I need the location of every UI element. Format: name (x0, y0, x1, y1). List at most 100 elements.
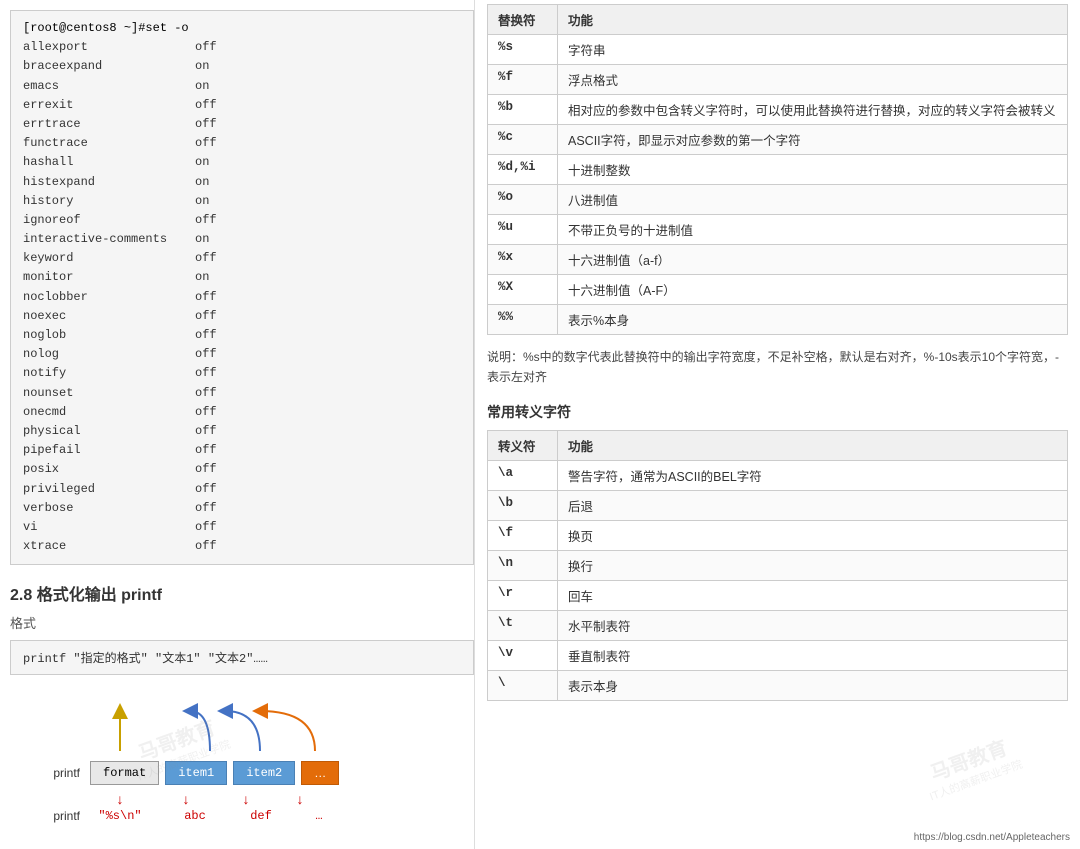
escape-symbol: \t (488, 610, 558, 640)
escape-function: 警告字符，通常为ASCII的BEL字符 (558, 460, 1068, 490)
printf-label1: printf (30, 766, 80, 780)
table-row: %o八进制值 (488, 185, 1068, 215)
terminal-key: posix (23, 460, 183, 479)
table-row: %s字符串 (488, 35, 1068, 65)
terminal-key: nounset (23, 384, 183, 403)
table-row: \v垂直制表符 (488, 640, 1068, 670)
subsection-format-label: 格式 (10, 613, 474, 632)
terminal-row: nolog off (23, 345, 461, 364)
terminal-row: allexportoff (23, 38, 461, 57)
table-row: %cASCII字符，即显示对应参数的第一个字符 (488, 125, 1068, 155)
table-row: %%表示%本身 (488, 305, 1068, 335)
terminal-row: functraceoff (23, 134, 461, 153)
table-row: \a警告字符，通常为ASCII的BEL字符 (488, 460, 1068, 490)
diagram-values-row: printf "%s\n" abc def … (30, 809, 454, 823)
terminal-row: notifyoff (23, 364, 461, 383)
terminal-row: privilegedoff (23, 480, 461, 499)
table-row: \t水平制表符 (488, 610, 1068, 640)
replacement-function: 十六进制值（a-f） (558, 245, 1068, 275)
terminal-row: keywordoff (23, 249, 461, 268)
replacement-symbol: %u (488, 215, 558, 245)
terminal-val: off (195, 307, 217, 326)
table1-body: %s字符串%f浮点格式%b相对应的参数中包含转义字符时，可以使用此替换符进行替换… (488, 35, 1068, 335)
terminal-key: xtrace (23, 537, 183, 556)
terminal-val: off (195, 518, 217, 537)
watermark-right: 马哥教育 IT人的高薪职业学院 (917, 729, 1024, 805)
replacement-symbol: %o (488, 185, 558, 215)
table-row: %f浮点格式 (488, 65, 1068, 95)
down-arrow-item1: ↓ (156, 791, 216, 807)
terminal-val: off (195, 96, 217, 115)
terminal-key: allexport (23, 38, 183, 57)
terminal-key: ignoreof (23, 211, 183, 230)
escape-symbol: \ (488, 670, 558, 700)
terminal-key: errexit (23, 96, 183, 115)
terminal-box: [root@centos8 ~]#set -o allexportoffbrac… (10, 10, 474, 565)
table-row: %b相对应的参数中包含转义字符时，可以使用此替换符进行替换，对应的转义字符会被转… (488, 95, 1068, 125)
replacement-function: 十六进制值（A-F） (558, 275, 1068, 305)
escape-function: 后退 (558, 490, 1068, 520)
terminal-val: off (195, 460, 217, 479)
terminal-row: errtraceoff (23, 115, 461, 134)
terminal-val: on (195, 77, 209, 96)
replacement-function: 十进制整数 (558, 155, 1068, 185)
terminal-val: off (195, 384, 217, 403)
terminal-val: off (195, 364, 217, 383)
replacement-table: 替换符 功能 %s字符串%f浮点格式%b相对应的参数中包含转义字符时，可以使用此… (487, 4, 1068, 335)
arrows-svg (90, 701, 410, 756)
replacement-symbol: %% (488, 305, 558, 335)
terminal-key: vi (23, 518, 183, 537)
terminal-row: monitoron (23, 268, 461, 287)
dots-box: … (301, 761, 339, 785)
replacement-symbol: %s (488, 35, 558, 65)
terminal-row: braceexpand on (23, 57, 461, 76)
terminal-val: on (195, 173, 209, 192)
escape-function: 回车 (558, 580, 1068, 610)
escape-function: 换行 (558, 550, 1068, 580)
terminal-row: pipefailoff (23, 441, 461, 460)
terminal-val: on (195, 230, 209, 249)
right-panel: 替换符 功能 %s字符串%f浮点格式%b相对应的参数中包含转义字符时，可以使用此… (475, 0, 1080, 849)
terminal-row: hashallon (23, 153, 461, 172)
escape-function: 水平制表符 (558, 610, 1068, 640)
table-row: %u不带正负号的十进制值 (488, 215, 1068, 245)
escape-symbol: \b (488, 490, 558, 520)
terminal-key: monitor (23, 268, 183, 287)
terminal-val: off (195, 499, 217, 518)
table-row: \b后退 (488, 490, 1068, 520)
terminal-key: verbose (23, 499, 183, 518)
terminal-row: interactive-comments on (23, 230, 461, 249)
terminal-row: emacson (23, 77, 461, 96)
replacement-function: 表示%本身 (558, 305, 1068, 335)
terminal-key: nolog (23, 345, 183, 364)
diagram-area: printf format item1 item2 … ↓ ↓ ↓ ↓ prin… (10, 691, 474, 839)
code-box: printf "指定的格式" "文本1" "文本2"…… (10, 640, 474, 675)
col-escape-header: 转义符 (488, 430, 558, 460)
terminal-val: off (195, 537, 217, 556)
escape-symbol: \f (488, 520, 558, 550)
terminal-key: braceexpand (23, 57, 183, 76)
table-row: %d,%i十进制整数 (488, 155, 1068, 185)
escape-function: 表示本身 (558, 670, 1068, 700)
terminal-row: xtrace off (23, 537, 461, 556)
abc-val: abc (170, 809, 220, 823)
terminal-val: off (195, 134, 217, 153)
down-arrow-item2: ↓ (216, 791, 276, 807)
terminal-row: historyon (23, 192, 461, 211)
terminal-key: onecmd (23, 403, 183, 422)
item1-box: item1 (165, 761, 227, 785)
terminal-val: off (195, 441, 217, 460)
terminal-row: ignoreofoff (23, 211, 461, 230)
escape-function: 换页 (558, 520, 1068, 550)
replacement-symbol: %d,%i (488, 155, 558, 185)
terminal-val: off (195, 288, 217, 307)
terminal-key: interactive-comments (23, 230, 183, 249)
terminal-val: off (195, 345, 217, 364)
terminal-val: on (195, 57, 209, 76)
terminal-key: errtrace (23, 115, 183, 134)
replacement-function: 八进制值 (558, 185, 1068, 215)
replacement-function: ASCII字符，即显示对应参数的第一个字符 (558, 125, 1068, 155)
table-row: \表示本身 (488, 670, 1068, 700)
ellipsis-val: … (304, 809, 334, 823)
escape-symbol: \v (488, 640, 558, 670)
